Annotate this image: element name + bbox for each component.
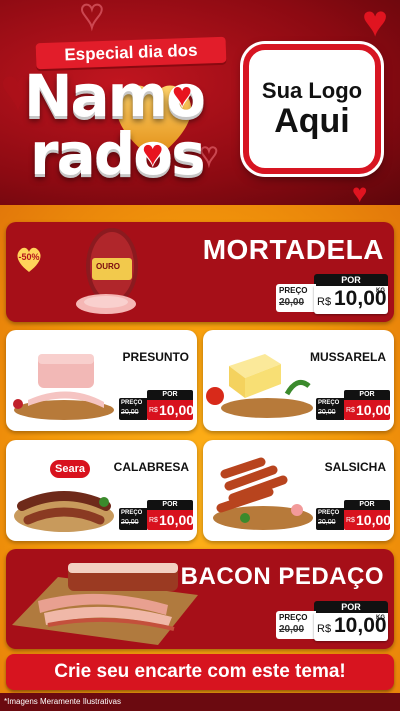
currency: R$ <box>149 407 158 414</box>
header: ♥ ♥ ♥ ♥ ♥ Especial dia dos Namo rados ♥ … <box>0 0 400 205</box>
presunto-image <box>13 354 114 420</box>
old-price-box: PREÇO 20,00 <box>119 508 147 530</box>
logo-placeholder: Sua Logo Aqui <box>243 44 381 174</box>
brand-label: OURO <box>96 262 120 271</box>
product-name: PRESUNTO <box>122 350 189 364</box>
product-card-calabresa: Seara CALABRESA POR PREÇO 20,00 R$ 10,00 <box>6 440 197 541</box>
cta-button[interactable]: Crie seu encarte com este tema! <box>6 654 394 690</box>
title-logo: Especial dia dos Namo rados ♥ ♥ <box>14 36 234 188</box>
mussarela-image <box>206 354 313 418</box>
product-card-mortadela: -50% OURO MORTADELA POR PREÇO 20,00 R$ 1… <box>6 222 394 322</box>
new-price-box: R$ 10,00 <box>147 400 195 420</box>
product-card-mussarela: MUSSARELA POR PREÇO 20,00 R$ 10,00 <box>203 330 394 431</box>
calabresa-image <box>14 491 114 532</box>
bacon-image <box>12 563 198 645</box>
old-price: 20,00 <box>318 409 336 416</box>
old-price-box: PREÇO 20,00 <box>119 398 147 420</box>
currency: R$ <box>317 623 332 635</box>
por-label: POR <box>147 500 193 510</box>
logo-line-1: Sua Logo <box>261 78 363 104</box>
unit: KG <box>376 615 385 621</box>
product-card-salsicha: SALSICHA POR PREÇO 20,00 R$ 10,00 <box>203 440 394 541</box>
preco-label: PREÇO <box>318 510 340 516</box>
old-price-box: PREÇO 20,00 <box>316 508 344 530</box>
product-card-presunto: PRESUNTO POR PREÇO 20,00 R$ 10,00 <box>6 330 197 431</box>
price-value: 10,00 <box>159 512 195 528</box>
product-name: BACON PEDAÇO <box>180 563 384 590</box>
old-price-box: PREÇO 20,00 <box>316 398 344 420</box>
discount-text: -50% <box>18 252 40 262</box>
currency: R$ <box>346 407 355 414</box>
new-price-box: R$ 10,00 <box>344 510 392 530</box>
heart-outline-icon: ♥ <box>79 0 105 36</box>
disclaimer: *Imagens Meramente Ilustrativas <box>0 693 400 711</box>
por-label: POR <box>344 390 390 400</box>
preco-label: PREÇO <box>121 400 143 406</box>
price-tag: POR PREÇO 20,00 R$ 10,00 <box>316 500 392 530</box>
old-price: 20,00 <box>121 409 139 416</box>
price-tag: POR PREÇO 20,00 R$ 10,00 <box>119 500 195 530</box>
title-line-2: rados <box>30 120 206 188</box>
preco-label: PREÇO <box>318 400 340 406</box>
heart-icon: ♥ <box>352 178 368 205</box>
por-label: POR <box>344 500 390 510</box>
por-label: POR <box>314 601 388 613</box>
logo-line-2: Aqui <box>274 102 350 141</box>
salsicha-image <box>213 457 313 530</box>
price-value: 10,00 <box>356 402 392 418</box>
price-tag: POR PREÇO 20,00 R$ 10,00 <box>119 390 195 420</box>
heart-icon: ♥ <box>362 0 389 46</box>
new-price-box: R$ 10,00 KG <box>314 613 388 641</box>
new-price-box: R$ 10,00 <box>147 510 195 530</box>
mortadela-image <box>76 228 138 314</box>
currency: R$ <box>149 517 158 524</box>
old-price-box: PREÇO 20,00 <box>276 284 316 312</box>
old-price: 20,00 <box>318 519 336 526</box>
product-name: MUSSARELA <box>309 350 386 364</box>
price-value: 10,00 <box>356 512 392 528</box>
por-label: POR <box>147 390 193 400</box>
old-price: 20,00 <box>121 519 139 526</box>
old-price: 20,00 <box>279 624 305 635</box>
price-tag: POR PREÇO 20,00 R$ 10,00 KG <box>276 274 388 316</box>
old-price-box: PREÇO 20,00 <box>276 611 316 639</box>
preco-label: PREÇO <box>121 510 143 516</box>
unit: KG <box>376 288 385 294</box>
price-tag: POR PREÇO 20,00 R$ 10,00 <box>316 390 392 420</box>
currency: R$ <box>346 517 355 524</box>
preco-label: PREÇO <box>279 613 308 622</box>
old-price: 20,00 <box>279 297 305 308</box>
currency: R$ <box>317 296 332 308</box>
price-tag: POR PREÇO 20,00 R$ 10,00 KG <box>276 601 388 643</box>
product-name: CALABRESA <box>113 460 189 474</box>
product-card-bacon: BACON PEDAÇO POR PREÇO 20,00 R$ 10,00 KG <box>6 549 394 649</box>
preco-label: PREÇO <box>279 286 308 295</box>
new-price-box: R$ 10,00 <box>344 400 392 420</box>
price-value: 10,00 <box>159 402 195 418</box>
discount-badge: -50% <box>14 244 44 274</box>
product-name: SALSICHA <box>324 460 386 474</box>
product-name: MORTADELA <box>202 234 384 265</box>
red-heart-icon: ♥ <box>142 132 164 173</box>
por-label: POR <box>314 274 388 286</box>
red-heart-icon: ♥ <box>172 76 193 114</box>
new-price-box: R$ 10,00 KG <box>314 286 388 314</box>
